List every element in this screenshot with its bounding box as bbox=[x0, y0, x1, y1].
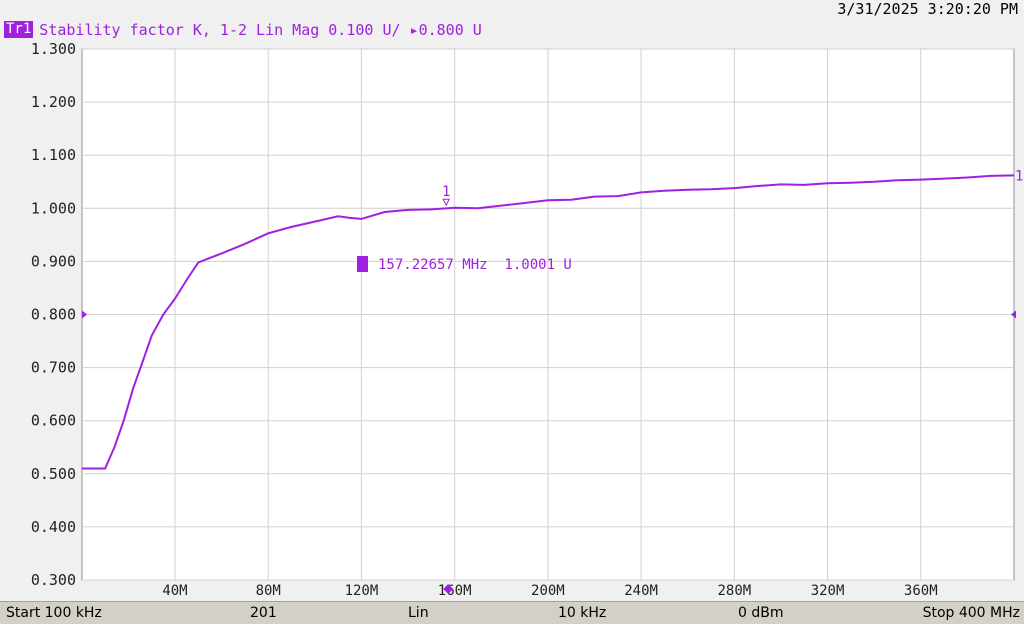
readout-badge-label: 1 bbox=[358, 257, 366, 273]
x-tick-label: 240M bbox=[624, 583, 658, 599]
marker-readout: 157.22657 MHz 1.0001 U bbox=[378, 257, 572, 273]
stop-frequency[interactable]: Stop 400 MHz bbox=[923, 605, 1020, 621]
x-tick-label: 200M bbox=[531, 583, 565, 599]
source-power[interactable]: 0 dBm bbox=[738, 605, 784, 621]
x-tick-label: 360M bbox=[904, 583, 938, 599]
sweep-points[interactable]: 201 bbox=[250, 605, 277, 621]
y-tick-label: 1.100 bbox=[31, 146, 76, 164]
x-tick-label: 160M bbox=[438, 583, 472, 599]
start-frequency[interactable]: Start 100 kHz bbox=[6, 605, 102, 621]
x-tick-label: 280M bbox=[717, 583, 751, 599]
y-tick-label: 0.700 bbox=[31, 359, 76, 377]
chart[interactable]: 1.300 1.200 1.100 1.000 0.900 0.800 0.700 0.600… bbox=[0, 40, 1024, 602]
x-tick-label: 120M bbox=[345, 583, 379, 599]
x-tick-label: 320M bbox=[811, 583, 845, 599]
trace-end-label: 1 bbox=[1015, 168, 1023, 184]
y-tick-label: 1.300 bbox=[31, 40, 76, 58]
y-tick-label: 0.300 bbox=[31, 571, 76, 589]
x-axis-ticks: 40M 80M 120M 160M 200M 240M 280M 320M 360M bbox=[162, 583, 937, 599]
y-tick-label: 0.400 bbox=[31, 518, 76, 536]
y-tick-label: 1.000 bbox=[31, 199, 76, 217]
y-tick-label: 0.900 bbox=[31, 252, 76, 270]
y-tick-label: 0.800 bbox=[31, 306, 76, 324]
if-bandwidth[interactable]: 10 kHz bbox=[558, 605, 606, 621]
trace-header[interactable]: Tr1 Stability factor K, 1-2 Lin Mag 0.10… bbox=[4, 20, 482, 39]
x-tick-label: 40M bbox=[162, 583, 187, 599]
y-tick-label: 1.200 bbox=[31, 93, 76, 111]
timestamp: 3/31/2025 3:20:20 PM bbox=[837, 0, 1018, 18]
trace-label: Stability factor K, 1-2 Lin Mag 0.100 U/… bbox=[39, 20, 482, 39]
y-tick-label: 0.600 bbox=[31, 412, 76, 430]
marker-label: 1 bbox=[442, 184, 450, 200]
sweep-type[interactable]: Lin bbox=[408, 605, 429, 621]
y-axis-ticks: 1.300 1.200 1.100 1.000 0.900 0.800 0.700 0.600… bbox=[31, 40, 76, 589]
y-tick-label: 0.500 bbox=[31, 465, 76, 483]
x-tick-label: 80M bbox=[256, 583, 281, 599]
status-bar: Start 100 kHz 201 Lin 10 kHz 0 dBm Stop … bbox=[0, 601, 1024, 624]
trace-badge[interactable]: Tr1 bbox=[4, 21, 34, 38]
